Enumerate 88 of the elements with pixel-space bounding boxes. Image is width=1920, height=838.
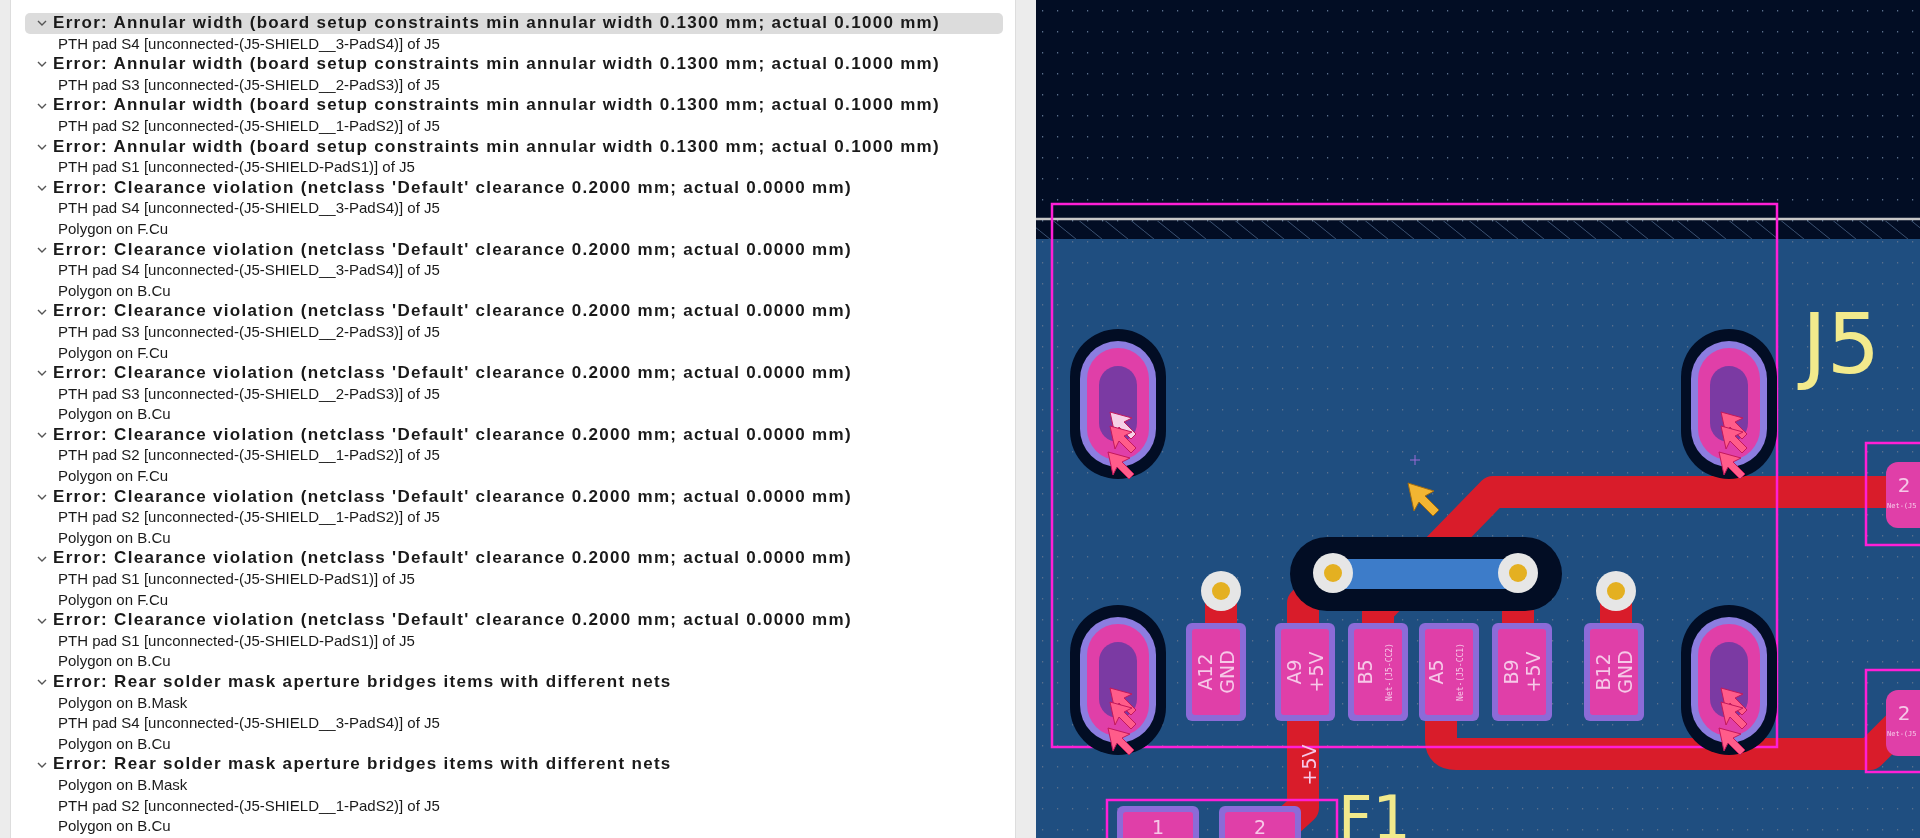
violation-item[interactable]: PTH pad S3 [unconnected-(J5-SHIELD__2-PadS3)] of J5 <box>11 321 1015 343</box>
violation-item[interactable]: PTH pad S1 [unconnected-(J5-SHIELD-PadS1)] of J5 <box>11 630 1015 652</box>
via <box>1201 571 1241 611</box>
violation-item[interactable]: PTH pad S2 [unconnected-(J5-SHIELD__1-PadS2)] of J5 <box>11 445 1015 467</box>
violation-item[interactable]: Polygon on B.Mask <box>11 692 1015 714</box>
violation-item[interactable]: PTH pad S4 [unconnected-(J5-SHIELD__3-PadS4)] of J5 <box>11 260 1015 281</box>
violation-item[interactable]: Polygon on B.Cu <box>11 404 1015 425</box>
violation-title: Error: Clearance violation (netclass 'Default' clearance 0.2000 mm; actual 0.0000 mm) <box>53 363 852 384</box>
chevron-icon[interactable] <box>37 184 47 193</box>
violation-title: Error: Rear solder mask aperture bridges items with different nets <box>53 754 672 775</box>
pad-net-label: Net-(J5-CC1) <box>1456 643 1465 701</box>
marker-arrow-icon[interactable] <box>1407 482 1440 517</box>
violation-item[interactable]: PTH pad S4 [unconnected-(J5-SHIELD__3-PadS4)] of J5 <box>11 198 1015 219</box>
violation-item[interactable]: Polygon on F.Cu <box>11 466 1015 487</box>
violation-title: Error: Clearance violation (netclass 'Default' clearance 0.2000 mm; actual 0.0000 mm) <box>53 301 852 322</box>
violation-row[interactable]: Error: Clearance violation (netclass 'Default' clearance 0.2000 mm; actual 0.0000 mm) <box>25 239 1003 261</box>
via <box>1498 553 1538 593</box>
violation-item[interactable]: PTH pad S3 [unconnected-(J5-SHIELD__2-PadS3)] of J5 <box>11 74 1015 96</box>
pad-number: 2 <box>1897 701 1911 725</box>
violation-item[interactable]: Polygon on B.Cu <box>11 527 1015 549</box>
violation-title: Error: Clearance violation (netclass 'Default' clearance 0.2000 mm; actual 0.0000 mm) <box>53 486 852 508</box>
violation-title: Error: Clearance violation (netclass 'Default' clearance 0.2000 mm; actual 0.0000 mm) <box>53 177 852 199</box>
drc-marker-icon[interactable] <box>1107 687 1137 756</box>
violation-item[interactable]: Polygon on F.Cu <box>11 218 1015 240</box>
violation-title: Error: Clearance violation (netclass 'Default' clearance 0.2000 mm; actual 0.0000 mm) <box>53 610 852 631</box>
violation-item[interactable]: Polygon on B.Cu <box>11 280 1015 302</box>
violation-row[interactable]: Error: Clearance violation (netclass 'Default' clearance 0.2000 mm; actual 0.0000 mm) <box>25 548 1003 570</box>
violation-item[interactable]: PTH pad S1 [unconnected-(J5-SHIELD-PadS1)] of J5 <box>11 157 1015 178</box>
chevron-icon[interactable] <box>37 369 47 378</box>
chevron-icon[interactable] <box>37 245 47 254</box>
violation-row[interactable]: Error: Clearance violation (netclass 'Default' clearance 0.2000 mm; actual 0.0000 mm) <box>25 424 1003 446</box>
pad-number: B9 <box>1500 659 1522 685</box>
via <box>1313 553 1353 593</box>
pad-number: 2 <box>1253 816 1267 838</box>
pad-net-label: Net-(J5-CC2) <box>1385 643 1394 701</box>
violation-item[interactable]: PTH pad S3 [unconnected-(J5-SHIELD__2-PadS3)] of J5 <box>11 383 1015 405</box>
reference-label: J5 <box>1796 290 1887 400</box>
violation-row[interactable]: Error: Clearance violation (netclass 'Default' clearance 0.2000 mm; actual 0.0000 mm) <box>25 363 1003 384</box>
chevron-icon[interactable] <box>37 554 47 563</box>
violation-row[interactable]: Error: Clearance violation (netclass 'Default' clearance 0.2000 mm; actual 0.0000 mm) <box>25 301 1003 322</box>
pad-number: 2 <box>1897 473 1911 497</box>
pad-net-label: GND <box>1614 650 1636 694</box>
chevron-icon[interactable] <box>37 616 47 625</box>
violation-item[interactable]: PTH pad S2 [unconnected-(J5-SHIELD__1-PadS2)] of J5 <box>11 507 1015 528</box>
drc-marker-icon[interactable] <box>1718 411 1748 480</box>
violation-item[interactable]: Polygon on B.Mask <box>11 774 1015 796</box>
chevron-icon[interactable] <box>37 492 47 501</box>
chevron-icon[interactable] <box>37 307 47 316</box>
violation-title: Error: Clearance violation (netclass 'Default' clearance 0.2000 mm; actual 0.0000 mm) <box>53 239 852 261</box>
drc-marker-icon[interactable] <box>1107 411 1137 480</box>
chevron-icon[interactable] <box>37 101 47 110</box>
violation-item[interactable]: PTH pad S2 [unconnected-(J5-SHIELD__1-PadS2)] of J5 <box>11 795 1015 817</box>
violation-row[interactable]: Error: Rear solder mask aperture bridges items with different nets <box>25 672 1003 693</box>
violation-item[interactable]: Polygon on F.Cu <box>11 342 1015 364</box>
chevron-icon[interactable] <box>37 142 47 151</box>
violation-title: Error: Clearance violation (netclass 'Default' clearance 0.2000 mm; actual 0.0000 mm) <box>53 548 852 570</box>
violation-row[interactable]: Error: Clearance violation (netclass 'Default' clearance 0.2000 mm; actual 0.0000 mm) <box>25 177 1003 199</box>
violation-item[interactable]: Polygon on B.Cu <box>11 651 1015 672</box>
pad-number: 1 <box>1151 816 1165 838</box>
pad-net-label: +5V <box>1305 651 1327 693</box>
violation-item[interactable]: PTH pad S4 [unconnected-(J5-SHIELD__3-PadS4)] of J5 <box>11 713 1015 734</box>
drc-marker-icon[interactable] <box>1718 687 1748 756</box>
pad-number: B5 <box>1354 659 1376 685</box>
pad-number: A9 <box>1283 659 1305 685</box>
violation-item[interactable]: PTH pad S1 [unconnected-(J5-SHIELD-PadS1)] of J5 <box>11 569 1015 590</box>
violation-row[interactable]: Error: Clearance violation (netclass 'Default' clearance 0.2000 mm; actual 0.0000 mm) <box>25 610 1003 631</box>
chevron-icon[interactable] <box>37 431 47 440</box>
violation-row[interactable]: Error: Clearance violation (netclass 'Default' clearance 0.2000 mm; actual 0.0000 mm) <box>25 486 1003 508</box>
violation-title: Error: Rear solder mask aperture bridges items with different nets <box>53 672 672 693</box>
chevron-icon[interactable] <box>37 19 47 28</box>
via <box>1596 571 1636 611</box>
violation-item[interactable]: Polygon on B.Cu <box>11 733 1015 755</box>
violation-item[interactable]: PTH pad S2 [unconnected-(J5-SHIELD__1-PadS2)] of J5 <box>11 115 1015 137</box>
pad-number: B12 <box>1592 653 1614 691</box>
trace-net-label: +5V <box>1298 744 1320 786</box>
violation-title: Error: Clearance violation (netclass 'Default' clearance 0.2000 mm; actual 0.0000 mm) <box>53 424 852 446</box>
pad-net-label: +5V <box>1522 651 1544 693</box>
crosshair-icon <box>1409 454 1421 466</box>
pad-net-label: GND <box>1216 650 1238 694</box>
violation-row[interactable]: Error: Rear solder mask aperture bridges items with different nets <box>25 754 1003 775</box>
violation-item[interactable]: PTH pad S4 [unconnected-(J5-SHIELD__3-PadS4)] of J5 <box>11 33 1015 55</box>
pad-number: A12 <box>1194 653 1216 691</box>
pad-number: A5 <box>1425 659 1447 685</box>
chevron-icon[interactable] <box>37 678 47 687</box>
chevron-icon[interactable] <box>37 760 47 769</box>
chevron-icon[interactable] <box>37 60 47 69</box>
violation-item[interactable]: Polygon on F.Cu <box>11 589 1015 611</box>
violation-item[interactable]: Polygon on B.Cu <box>11 816 1015 837</box>
